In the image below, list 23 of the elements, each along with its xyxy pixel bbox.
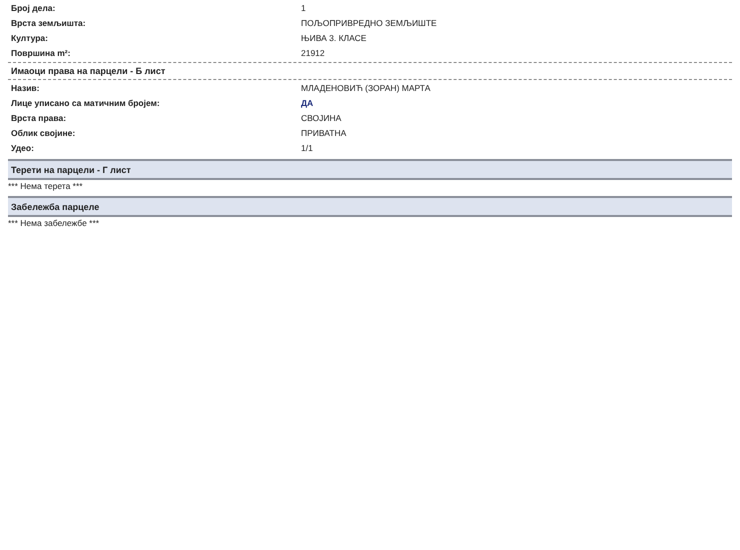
field-label: Облик својине: <box>11 128 76 138</box>
field-value: МЛАДЕНОВИЋ (ЗОРАН) МАРТА <box>301 82 430 92</box>
field-value: ПРИВАТНА <box>301 128 346 138</box>
field-label: Удео: <box>11 142 35 152</box>
field-value: 21912 <box>301 48 325 58</box>
empty-note: *** Нема забележбе *** <box>8 217 100 229</box>
field-label: Култура: <box>11 32 49 42</box>
field-value: 1/1 <box>301 142 313 152</box>
field-label: Врста права: <box>11 112 68 122</box>
section-title: Терети на парцели - Г лист <box>11 164 131 174</box>
empty-note: *** Нема терета *** <box>8 180 84 192</box>
field-value: ЊИВА 3. КЛАСЕ <box>301 32 366 42</box>
section-title: Имаоци права на парцели - Б лист <box>11 66 166 76</box>
field-value: ДА <box>301 98 314 108</box>
field-label: Врста земљишта: <box>11 18 87 28</box>
section-title: Забележба парцеле <box>11 202 100 212</box>
field-label: Број дела: <box>11 2 56 12</box>
field-value: ПОЉОПРИВРЕДНО ЗЕМЉИШТЕ <box>301 18 437 28</box>
field-value: СВОЈИНА <box>301 112 342 122</box>
field-value: 1 <box>301 2 306 12</box>
field-label: Лице уписано са матичним бројем: <box>11 98 161 108</box>
field-label: Назив: <box>11 82 40 92</box>
field-label: Површина m²: <box>11 48 72 58</box>
